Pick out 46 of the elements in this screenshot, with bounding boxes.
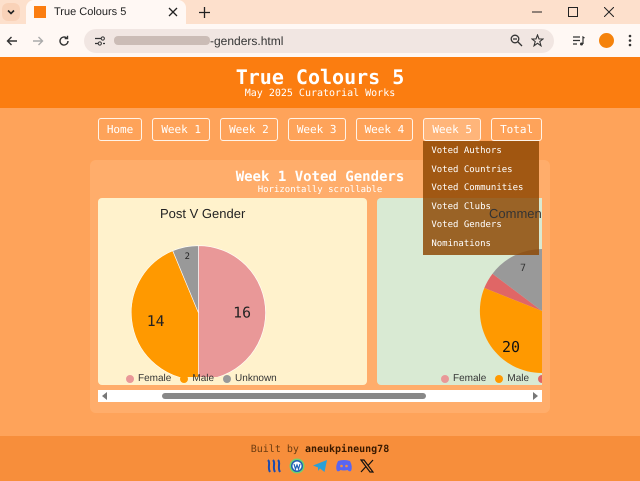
address-bar[interactable]: -genders.html bbox=[84, 28, 554, 52]
back-icon[interactable] bbox=[6, 34, 18, 46]
legend-label: Male bbox=[507, 373, 530, 384]
site-subtitle: May 2025 Curatorial Works bbox=[244, 88, 396, 99]
browser-tab[interactable]: True Colours 5 bbox=[26, 0, 186, 24]
legend-label: Female bbox=[453, 373, 486, 384]
reload-icon[interactable] bbox=[58, 34, 70, 46]
media-list-icon[interactable] bbox=[572, 34, 585, 46]
slice-label: 16 bbox=[233, 304, 251, 322]
wave-logo-icon[interactable] bbox=[266, 458, 282, 472]
star-icon[interactable] bbox=[531, 34, 544, 47]
maximize-icon[interactable] bbox=[568, 7, 578, 17]
favicon-icon bbox=[34, 6, 46, 18]
dropdown-item[interactable]: Voted Communities bbox=[431, 179, 524, 198]
new-tab-icon[interactable] bbox=[199, 6, 210, 18]
scroll-left-icon[interactable] bbox=[102, 392, 108, 400]
url-text: -genders.html bbox=[210, 34, 284, 48]
dropdown-item[interactable]: Nominations bbox=[431, 234, 491, 253]
slice-label: 7 bbox=[520, 263, 526, 274]
menu-icon[interactable] bbox=[628, 34, 632, 47]
dropdown-item[interactable]: Voted Authors bbox=[431, 142, 502, 160]
slice-label: 2 bbox=[184, 252, 190, 262]
dropdown-item[interactable]: Voted Clubs bbox=[431, 198, 491, 216]
legend-label: Unknown bbox=[235, 373, 277, 384]
scrollbar-thumb[interactable] bbox=[162, 393, 426, 399]
chevron-down-icon bbox=[6, 7, 16, 17]
tab-list-button[interactable] bbox=[2, 3, 20, 21]
slice-label: 20 bbox=[502, 338, 520, 356]
tab-title: True Colours 5 bbox=[54, 6, 128, 18]
site-title: True Colours 5 bbox=[234, 66, 406, 88]
chart-title: Post V Gender bbox=[160, 206, 246, 221]
close-icon[interactable] bbox=[168, 7, 178, 17]
slice-label: 14 bbox=[146, 312, 165, 330]
credit-text: Built by aneukpineung78 bbox=[250, 444, 390, 454]
close-icon[interactable] bbox=[604, 7, 614, 17]
section-subtitle: Horizontally scrollable bbox=[258, 185, 382, 195]
scroll-right-icon[interactable] bbox=[532, 392, 538, 400]
zoom-out-icon[interactable] bbox=[510, 34, 523, 47]
x-logo-icon[interactable] bbox=[360, 458, 374, 472]
horizontal-scrollbar[interactable] bbox=[98, 390, 542, 402]
section-title: Week 1 Voted Genders bbox=[236, 169, 404, 185]
dropdown-item[interactable]: Voted Countries bbox=[431, 160, 513, 179]
site-settings-icon[interactable] bbox=[94, 34, 106, 46]
circle-logo-icon[interactable] bbox=[289, 458, 305, 474]
legend-label: Male bbox=[192, 373, 214, 384]
legend-label: Female bbox=[138, 373, 172, 384]
